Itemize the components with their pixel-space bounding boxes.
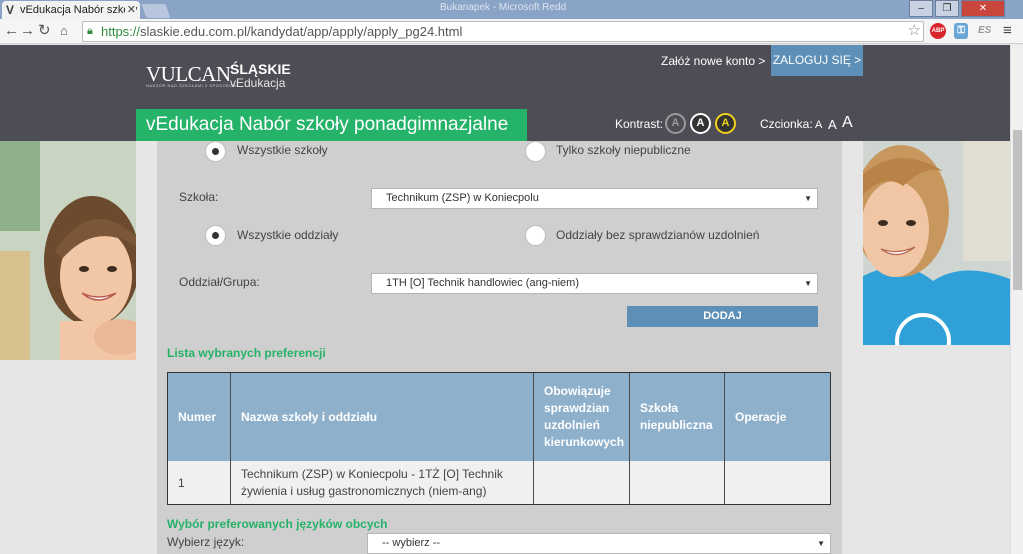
url-path: slaskie.edu.com.pl/kandydat/app/apply/ap…	[140, 24, 463, 39]
slaskie-logo: ŚLĄSKIE	[230, 61, 291, 77]
cell-number: 1	[168, 461, 231, 505]
tab-title: vEdukacja Nabór szkoły p	[20, 4, 140, 16]
reload-icon[interactable]: ↻	[38, 22, 51, 40]
site-header: VULCAN NADZÓR NAD SZKOŁAMI Z SPOSOBÓW ŚL…	[0, 45, 1023, 141]
font-size-label: Czcionka:	[760, 117, 813, 131]
close-tab-icon[interactable]: ✕	[124, 1, 136, 19]
restore-button[interactable]: ❐	[935, 0, 959, 17]
radio-all-classes[interactable]	[205, 225, 226, 246]
cell-school-name: Technikum (ZSP) w Koniecpolu - 1TŻ [O] T…	[231, 461, 534, 505]
column-header: Szkoła niepubliczna	[630, 373, 725, 461]
new-account-link[interactable]: Załóż nowe konto >	[661, 54, 765, 68]
contrast-yellow-button[interactable]: A	[715, 113, 736, 134]
boy-photo	[863, 141, 1010, 345]
cell-test-required	[534, 461, 630, 505]
girl-photo	[0, 141, 136, 360]
home-icon[interactable]: ⌂	[60, 22, 68, 40]
chevron-down-icon: ▼	[804, 279, 812, 288]
browser-tab[interactable]: V vEdukacja Nabór szkoły p ✕	[2, 1, 140, 19]
radio-private-schools[interactable]	[525, 141, 546, 162]
close-window-button[interactable]: ✕	[961, 0, 1005, 17]
vulcan-logo-tagline: NADZÓR NAD SZKOŁAMI Z SPOSOBÓW	[146, 83, 238, 88]
page-title: vEdukacja Nabór szkoły ponadgimnazjalne	[136, 109, 527, 141]
preferences-section-title: Lista wybranych preferencji	[167, 346, 326, 360]
cell-private-school	[630, 461, 725, 505]
language-select-value: -- wybierz --	[382, 537, 441, 549]
column-header: Numer	[168, 373, 231, 461]
new-tab-button[interactable]	[141, 4, 171, 18]
bookmark-star-icon[interactable]: ☆	[908, 21, 921, 40]
url-scheme: https://	[101, 24, 141, 39]
browser-tab-bar: V vEdukacja Nabór szkoły p ✕ Bukanapek -…	[0, 0, 1023, 19]
font-small-button[interactable]: A	[815, 119, 822, 131]
language-select[interactable]: -- wybierz -- ▼	[367, 533, 831, 554]
main-panel: Wszystkie szkoły Tylko szkoły niepublicz…	[157, 141, 842, 554]
lock-icon: 🔒︎	[87, 25, 93, 37]
vedukacja-logo: vEdukacja	[230, 76, 286, 90]
radio-all-classes-label: Wszystkie oddziały	[237, 228, 339, 242]
scrollbar-thumb[interactable]	[1013, 130, 1022, 290]
chevron-down-icon: ▼	[804, 194, 812, 203]
preferences-table: Numer Nazwa szkoły i oddziału Obowiązuje…	[167, 372, 831, 505]
language-select-label: Wybierz język:	[167, 535, 245, 549]
chevron-down-icon: ▼	[817, 539, 825, 548]
radio-all-schools-label: Wszystkie szkoły	[237, 143, 328, 157]
table-header: Numer Nazwa szkoły i oddziału Obowiązuje…	[168, 373, 830, 461]
extension-icon[interactable]: ⚿	[954, 23, 968, 39]
login-button[interactable]: ZALOGUJ SIĘ >	[771, 45, 863, 76]
school-label: Szkoła:	[179, 190, 219, 204]
column-header: Obowiązuje sprawdzian uzdolnień kierunko…	[534, 373, 630, 461]
radio-no-test-classes[interactable]	[525, 225, 546, 246]
column-header: Operacje	[735, 409, 787, 424]
font-large-button[interactable]: A	[842, 114, 853, 132]
font-medium-button[interactable]: A	[828, 117, 837, 132]
window-title: Bukanapek - Microsoft Redd	[440, 2, 567, 13]
class-select-value: 1TH [O] Technik handlowiec (ang-niem)	[386, 277, 579, 289]
cell-operations[interactable]	[725, 461, 830, 505]
page-scrollbar[interactable]	[1010, 45, 1023, 554]
radio-no-test-classes-label: Oddziały bez sprawdzianów uzdolnień	[556, 228, 760, 242]
add-button[interactable]: DODAJ	[627, 306, 818, 327]
address-bar[interactable]: 🔒︎ https://slaskie.edu.com.pl/kandydat/a…	[82, 21, 924, 42]
site-favicon-icon: V	[6, 3, 15, 17]
adblock-icon[interactable]: ABP	[930, 23, 946, 39]
radio-private-schools-label: Tylko szkoły niepubliczne	[556, 143, 691, 157]
languages-section-title: Wybór preferowanych języków obcych	[167, 517, 388, 531]
school-select[interactable]: Technikum (ZSP) w Koniecpolu ▼	[371, 188, 818, 209]
class-label: Oddział/Grupa:	[179, 275, 260, 289]
back-icon[interactable]: ←	[4, 22, 19, 40]
school-select-value: Technikum (ZSP) w Koniecpolu	[386, 192, 539, 204]
browser-toolbar: ← → ↻ ⌂ 🔒︎ https://slaskie.edu.com.pl/ka…	[0, 19, 1023, 44]
column-header: Nazwa szkoły i oddziału	[231, 373, 534, 461]
es-extension-icon[interactable]: ES	[978, 23, 991, 39]
class-select[interactable]: 1TH [O] Technik handlowiec (ang-niem) ▼	[371, 273, 818, 294]
minimize-button[interactable]: –	[909, 0, 933, 17]
contrast-high-button[interactable]: A	[690, 113, 711, 134]
menu-icon[interactable]: ≡	[1003, 23, 1012, 39]
radio-all-schools[interactable]	[205, 141, 226, 162]
forward-icon[interactable]: →	[20, 22, 35, 40]
contrast-label: Kontrast:	[615, 117, 664, 131]
contrast-normal-button[interactable]: A	[665, 113, 686, 134]
